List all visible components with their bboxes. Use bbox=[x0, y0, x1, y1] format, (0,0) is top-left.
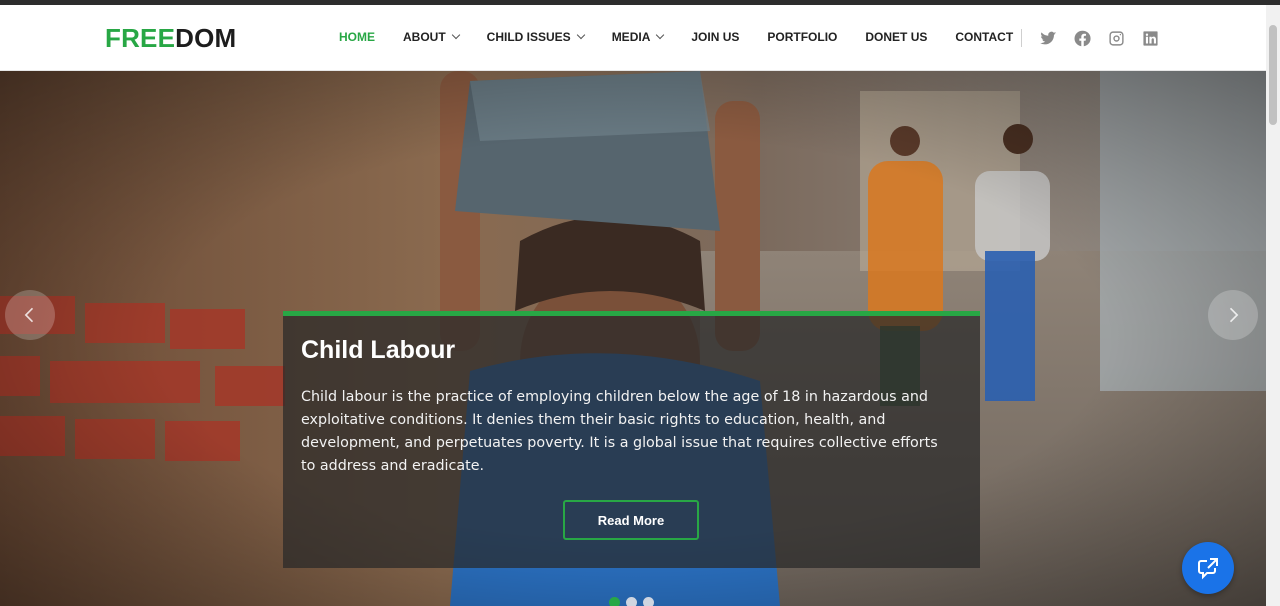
page-scrollbar[interactable] bbox=[1266, 5, 1280, 606]
nav-donate[interactable]: DONET US bbox=[865, 30, 927, 44]
carousel-indicators bbox=[609, 597, 660, 606]
site-header: FREEDOM HOME ABOUT CHILD ISSUES MEDIA JO… bbox=[0, 5, 1266, 71]
chat-icon bbox=[1198, 558, 1218, 580]
slide-caption: Child Labour Child labour is the practic… bbox=[283, 311, 980, 568]
nav-about[interactable]: ABOUT bbox=[403, 30, 460, 44]
nav-media-label: MEDIA bbox=[611, 30, 651, 44]
chevron-down-icon bbox=[656, 30, 665, 40]
nav-divider bbox=[1021, 29, 1022, 47]
facebook-icon[interactable] bbox=[1073, 29, 1091, 47]
slide-title: Child Labour bbox=[301, 336, 456, 364]
nav-contact-label: CONTACT bbox=[955, 30, 1014, 44]
carousel-dot[interactable] bbox=[626, 597, 637, 606]
logo-part-green: FREE bbox=[105, 23, 176, 53]
scrollbar-thumb[interactable] bbox=[1269, 25, 1277, 125]
carousel-next-button[interactable] bbox=[1208, 290, 1258, 340]
chevron-down-icon bbox=[576, 30, 585, 40]
nav-contact[interactable]: CONTACT bbox=[955, 30, 1013, 44]
chat-button[interactable] bbox=[1182, 542, 1234, 594]
carousel-dot[interactable] bbox=[609, 597, 620, 606]
nav-child-issues[interactable]: CHILD ISSUES bbox=[486, 30, 585, 44]
nav-join-us[interactable]: JOIN US bbox=[691, 30, 739, 44]
carousel-prev-button[interactable] bbox=[5, 290, 55, 340]
nav-about-label: ABOUT bbox=[403, 30, 446, 44]
logo-part-dark: DOM bbox=[175, 23, 237, 53]
nav-home[interactable]: HOME bbox=[339, 30, 375, 44]
nav-portfolio-label: PORTFOLIO bbox=[767, 30, 838, 44]
nav-join-us-label: JOIN US bbox=[691, 30, 740, 44]
instagram-icon[interactable] bbox=[1107, 29, 1125, 47]
slide-text: Child labour is the practice of employin… bbox=[301, 389, 938, 474]
nav-media[interactable]: MEDIA bbox=[611, 30, 665, 44]
nav-donate-label: DONET US bbox=[865, 30, 928, 44]
nav-portfolio[interactable]: PORTFOLIO bbox=[767, 30, 837, 44]
chevron-left-icon bbox=[24, 307, 34, 323]
twitter-icon[interactable] bbox=[1039, 29, 1057, 47]
hero-carousel: Child Labour Child labour is the practic… bbox=[0, 71, 1266, 606]
nav-home-label: HOME bbox=[339, 30, 375, 44]
chevron-down-icon bbox=[451, 30, 460, 40]
nav-child-issues-label: CHILD ISSUES bbox=[486, 30, 571, 44]
chevron-right-icon bbox=[1229, 307, 1239, 323]
read-more-button[interactable]: Read More bbox=[563, 500, 699, 540]
main-nav: HOME ABOUT CHILD ISSUES MEDIA JOIN US PO… bbox=[339, 30, 1041, 44]
carousel-dot[interactable] bbox=[643, 597, 654, 606]
linkedin-icon[interactable] bbox=[1141, 29, 1159, 47]
site-logo[interactable]: FREEDOM bbox=[105, 23, 236, 54]
